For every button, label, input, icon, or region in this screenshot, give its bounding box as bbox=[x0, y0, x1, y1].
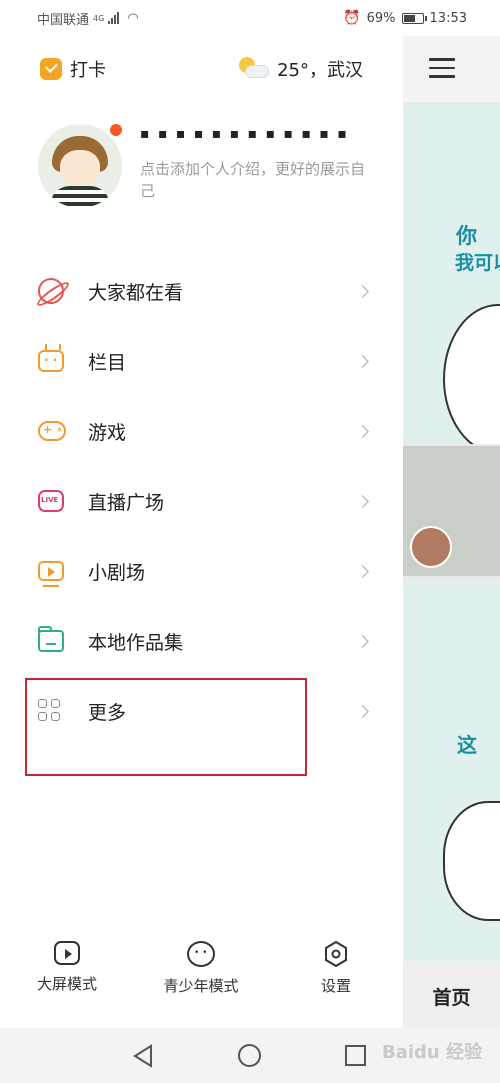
drawer-menu: 大家都在看 栏目 游戏 直播广场 小剧场 本地作品集 bbox=[0, 256, 403, 746]
big-screen-icon bbox=[54, 941, 80, 965]
chevron-right-icon bbox=[356, 354, 369, 368]
avatar[interactable] bbox=[38, 124, 122, 208]
chevron-right-icon bbox=[356, 284, 369, 298]
menu-item-label: 本地作品集 bbox=[88, 631, 184, 654]
menu-item-live[interactable]: 直播广场 bbox=[0, 466, 403, 536]
folder-icon bbox=[38, 626, 64, 652]
chevron-right-icon bbox=[356, 704, 369, 718]
highlight-box bbox=[25, 678, 307, 776]
menu-item-label: 小剧场 bbox=[88, 561, 146, 584]
big-screen-mode-button[interactable]: 大屏模式 bbox=[33, 941, 101, 994]
bottom-label: 大屏模式 bbox=[36, 975, 97, 993]
menu-item-local-works[interactable]: 本地作品集 bbox=[0, 606, 403, 676]
alarm-icon: ⏰ bbox=[343, 10, 361, 26]
drawer-bottom-bar: 大屏模式 青少年模式 设置 bbox=[0, 931, 403, 1028]
cartoon-cat-image bbox=[443, 801, 500, 921]
weather-text: 25°，武汉 bbox=[277, 60, 363, 81]
side-drawer: 打卡 25°，武汉 ▪ ▪ ▪ ▪ ▪ ▪ ▪ ▪ ▪ ▪ ▪ ▪ 点击添加个人… bbox=[0, 36, 403, 1028]
tv-icon bbox=[38, 350, 64, 372]
status-right: ⏰ 69% 13:53 bbox=[0, 0, 500, 36]
profile-bio[interactable]: 点击添加个人介绍，更好的展示自己 bbox=[140, 158, 365, 202]
recent-apps-icon[interactable] bbox=[345, 1045, 366, 1066]
menu-icon[interactable] bbox=[429, 58, 455, 78]
banner-text: 我可以 bbox=[455, 252, 500, 274]
system-nav-bar: Baidu 经验 bbox=[0, 1028, 500, 1083]
tab-home[interactable]: 首页 bbox=[403, 961, 500, 1031]
play-screen-icon bbox=[38, 561, 64, 587]
weather-widget[interactable]: 25°，武汉 bbox=[239, 56, 363, 82]
drawer-top-row: 打卡 25°，武汉 bbox=[0, 36, 403, 100]
chevron-right-icon bbox=[356, 494, 369, 508]
planet-icon bbox=[38, 278, 64, 304]
menu-item-label: 直播广场 bbox=[88, 491, 165, 514]
bottom-label: 青少年模式 bbox=[163, 977, 239, 995]
checkin-button[interactable]: 打卡 bbox=[40, 56, 106, 82]
username[interactable]: ▪ ▪ ▪ ▪ ▪ ▪ ▪ ▪ ▪ ▪ ▪ ▪ bbox=[140, 126, 360, 142]
partly-cloudy-icon bbox=[239, 57, 270, 81]
background-feed: 你 我可以 这 首页 bbox=[403, 36, 500, 1083]
feed-card[interactable]: 这 bbox=[403, 581, 500, 961]
cartoon-cat-image bbox=[443, 304, 500, 444]
home-icon[interactable] bbox=[238, 1044, 261, 1067]
menu-item-trending[interactable]: 大家都在看 bbox=[0, 256, 403, 326]
watermark: Baidu 经验 bbox=[382, 1042, 483, 1063]
checkin-icon bbox=[40, 58, 62, 80]
teen-mode-button[interactable]: 青少年模式 bbox=[158, 941, 244, 996]
menu-item-label: 游戏 bbox=[88, 421, 127, 444]
kid-face-icon bbox=[187, 941, 215, 967]
chevron-right-icon bbox=[356, 424, 369, 438]
battery-icon bbox=[401, 12, 427, 24]
author-avatar[interactable] bbox=[410, 526, 452, 568]
background-header bbox=[403, 36, 500, 102]
banner-text: 你 bbox=[456, 224, 477, 248]
menu-item-columns[interactable]: 栏目 bbox=[0, 326, 403, 396]
menu-item-games[interactable]: 游戏 bbox=[0, 396, 403, 466]
menu-item-theater[interactable]: 小剧场 bbox=[0, 536, 403, 606]
feed-card[interactable]: 你 我可以 bbox=[403, 104, 500, 444]
menu-item-label: 大家都在看 bbox=[88, 281, 184, 304]
battery-percent: 69% bbox=[366, 10, 396, 26]
settings-button[interactable]: 设置 bbox=[316, 941, 356, 996]
menu-item-label: 栏目 bbox=[88, 351, 127, 374]
checkin-label: 打卡 bbox=[70, 60, 106, 81]
bottom-label: 设置 bbox=[320, 977, 351, 995]
live-icon bbox=[38, 490, 64, 512]
chevron-right-icon bbox=[356, 564, 369, 578]
notification-dot bbox=[110, 124, 122, 136]
profile-section[interactable]: ▪ ▪ ▪ ▪ ▪ ▪ ▪ ▪ ▪ ▪ ▪ ▪ 点击添加个人介绍，更好的展示自己 bbox=[0, 118, 403, 228]
chevron-right-icon bbox=[356, 634, 369, 648]
gamepad-icon bbox=[38, 421, 66, 441]
clock: 13:53 bbox=[429, 10, 467, 26]
back-icon[interactable] bbox=[132, 1044, 154, 1068]
gear-icon bbox=[324, 941, 348, 967]
banner-text: 这 bbox=[457, 733, 477, 757]
